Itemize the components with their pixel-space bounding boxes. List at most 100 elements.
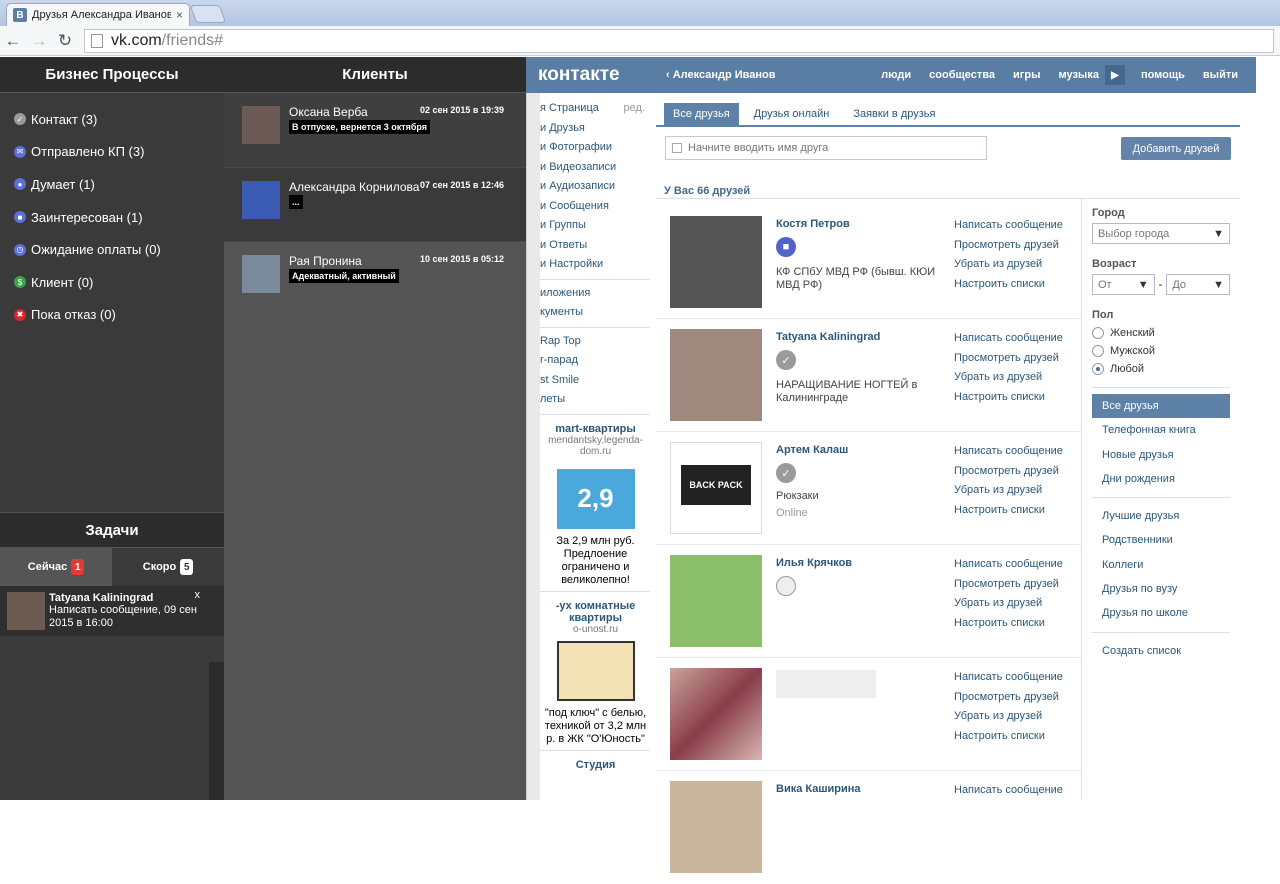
tab-close-icon[interactable]: × — [176, 8, 183, 22]
nav-people[interactable]: люди — [881, 69, 911, 81]
menu-videos[interactable]: и Видеозаписи — [526, 158, 651, 178]
remove-friend-link[interactable]: Убрать из друзей — [954, 255, 1063, 275]
friend-name[interactable]: Вика Каширина — [776, 783, 861, 795]
send-message-link[interactable]: Написать сообщение — [954, 555, 1063, 575]
friend-avatar[interactable] — [670, 216, 762, 308]
nav-communities[interactable]: сообщества — [929, 69, 995, 81]
menu-documents[interactable]: кументы — [526, 303, 651, 323]
add-friends-button[interactable]: Добавить друзей — [1121, 137, 1231, 160]
ad-block-1[interactable]: mart-квартиры mendantsky.legenda-dom.ru … — [526, 423, 651, 587]
menu-app-1[interactable]: Rap Top — [526, 332, 651, 352]
client-item[interactable]: Оксана Верба 02 сен 2015 в 19:39 В отпус… — [224, 93, 526, 168]
menu-photos[interactable]: и Фотографии — [526, 138, 651, 158]
task-close-icon[interactable]: x — [195, 589, 201, 601]
configure-lists-link[interactable]: Настроить списки — [954, 501, 1063, 521]
bp-item-refusal[interactable]: ✖ Пока отказ (0) — [0, 299, 224, 332]
sex-any-radio[interactable]: Любой — [1092, 363, 1230, 375]
menu-audio[interactable]: и Аудиозаписи — [526, 177, 651, 197]
vk-logo[interactable]: контакте — [538, 64, 666, 86]
list-best-friends[interactable]: Лучшие друзья — [1092, 504, 1230, 528]
nav-logout[interactable]: выйти — [1203, 69, 1238, 81]
ad-title[interactable]: mart-квартиры — [540, 423, 651, 435]
ad-title[interactable]: -ух комнатные квартиры — [540, 600, 651, 624]
remove-friend-link[interactable]: Убрать из друзей — [954, 368, 1063, 388]
tab-now[interactable]: Сейчас 1 — [0, 548, 112, 586]
tab-friend-requests[interactable]: Заявки в друзья — [844, 103, 944, 125]
list-relatives[interactable]: Родственники — [1092, 528, 1230, 552]
friend-avatar[interactable]: BACK PACK — [670, 442, 762, 534]
view-friends-link[interactable]: Просмотреть друзей — [954, 236, 1063, 256]
ad-title[interactable]: Студия — [526, 759, 651, 771]
menu-answers[interactable]: и Ответы — [526, 236, 651, 256]
reload-icon[interactable]: ↻ — [52, 31, 78, 51]
bp-item-thinking[interactable]: ● Думает (1) — [0, 168, 224, 201]
menu-messages[interactable]: и Сообщения — [526, 197, 651, 217]
configure-lists-link[interactable]: Настроить списки — [954, 388, 1063, 408]
tab-soon[interactable]: Скоро 5 — [112, 548, 224, 586]
new-tab-button[interactable] — [189, 5, 227, 23]
list-colleagues[interactable]: Коллеги — [1092, 553, 1230, 577]
city-select[interactable]: Выбор города ▼ — [1092, 223, 1230, 244]
view-friends-link[interactable]: Просмотреть друзей — [954, 688, 1063, 708]
menu-groups[interactable]: и Группы — [526, 216, 651, 236]
remove-friend-link[interactable]: Убрать из друзей — [954, 707, 1063, 727]
list-school[interactable]: Друзья по школе — [1092, 601, 1230, 625]
send-message-link[interactable]: Написать сообщение — [954, 329, 1063, 349]
client-item[interactable]: Рая Пронина 10 сен 2015 в 05:12 Адекватн… — [224, 242, 526, 317]
play-icon[interactable]: ▶ — [1104, 65, 1125, 85]
menu-my-page[interactable]: я Страница ред. — [526, 99, 651, 119]
tab-friends-online[interactable]: Друзья онлайн — [745, 103, 839, 125]
floor-plan-image[interactable] — [556, 640, 635, 701]
configure-lists-link[interactable]: Настроить списки — [954, 614, 1063, 634]
remove-friend-link[interactable]: Убрать из друзей — [954, 594, 1063, 614]
ad-block-2[interactable]: -ух комнатные квартиры o-unost.ru "под к… — [526, 600, 651, 746]
age-from-select[interactable]: От ▼ — [1092, 274, 1155, 295]
menu-app-4[interactable]: леты — [526, 390, 651, 410]
view-friends-link[interactable]: Просмотреть друзей — [954, 575, 1063, 595]
friend-name[interactable]: Артем Калаш — [776, 444, 848, 456]
menu-app-3[interactable]: st Smile — [526, 371, 651, 391]
list-new-friends[interactable]: Новые друзья — [1092, 443, 1230, 467]
menu-apps[interactable]: иложения — [526, 284, 651, 304]
ad-image[interactable]: 2,9 — [556, 468, 635, 529]
configure-lists-link[interactable]: Настроить списки — [954, 275, 1063, 295]
bp-item-interested[interactable]: ■ Заинтересован (1) — [0, 201, 224, 234]
tab-all-friends[interactable]: Все друзья — [664, 103, 739, 125]
bp-item-contact[interactable]: ✓ Контакт (3) — [0, 103, 224, 136]
list-university[interactable]: Друзья по вузу — [1092, 577, 1230, 601]
create-list-link[interactable]: Создать список — [1092, 639, 1230, 663]
friend-name[interactable]: Илья Крячков — [776, 557, 852, 569]
age-to-select[interactable]: До ▼ — [1166, 274, 1230, 295]
bp-item-client[interactable]: $ Клиент (0) — [0, 266, 224, 299]
menu-settings[interactable]: и Настройки — [526, 255, 651, 275]
bp-item-awaiting-payment[interactable]: ◷ Ожидание оплаты (0) — [0, 233, 224, 266]
view-friends-link[interactable]: Просмотреть друзей — [954, 349, 1063, 369]
friend-avatar[interactable] — [670, 555, 762, 647]
send-message-link[interactable]: Написать сообщение — [954, 216, 1063, 236]
vk-user-name[interactable]: ‹ Александр Иванов — [666, 69, 881, 81]
send-message-link[interactable]: Написать сообщение — [954, 781, 1063, 801]
nav-music[interactable]: музыка — [1058, 69, 1098, 81]
menu-app-2[interactable]: r-парад — [526, 351, 651, 371]
tasks-scrollbar[interactable] — [209, 662, 224, 800]
nav-help[interactable]: помощь — [1141, 69, 1185, 81]
menu-friends[interactable]: и Друзья — [526, 119, 651, 139]
remove-friend-link[interactable]: Убрать из друзей — [954, 481, 1063, 501]
sex-male-radio[interactable]: Мужской — [1092, 345, 1230, 357]
list-all-friends[interactable]: Все друзья — [1092, 394, 1230, 419]
send-message-link[interactable]: Написать сообщение — [954, 668, 1063, 688]
browser-tab[interactable]: В Друзья Александра Иванов × — [6, 3, 190, 26]
address-bar[interactable]: vk.com/friends# — [84, 28, 1274, 53]
menu-edit-link[interactable]: ред. — [624, 99, 645, 119]
bp-item-offer-sent[interactable]: ✉ Отправлено КП (3) — [0, 136, 224, 169]
list-birthdays[interactable]: Дни рождения — [1092, 467, 1230, 491]
friend-avatar[interactable] — [670, 329, 762, 421]
forward-arrow-icon[interactable]: → — [26, 31, 52, 51]
friend-search-input[interactable]: Начните вводить имя друга — [665, 136, 987, 160]
blurred-avatar[interactable] — [670, 668, 762, 760]
task-item[interactable]: Tatyana Kaliningrad Написать сообщение, … — [0, 586, 224, 636]
friend-name[interactable]: Tatyana Kaliningrad — [776, 331, 880, 343]
back-arrow-icon[interactable]: ← — [0, 31, 26, 51]
nav-games[interactable]: игры — [1013, 69, 1040, 81]
send-message-link[interactable]: Написать сообщение — [954, 442, 1063, 462]
